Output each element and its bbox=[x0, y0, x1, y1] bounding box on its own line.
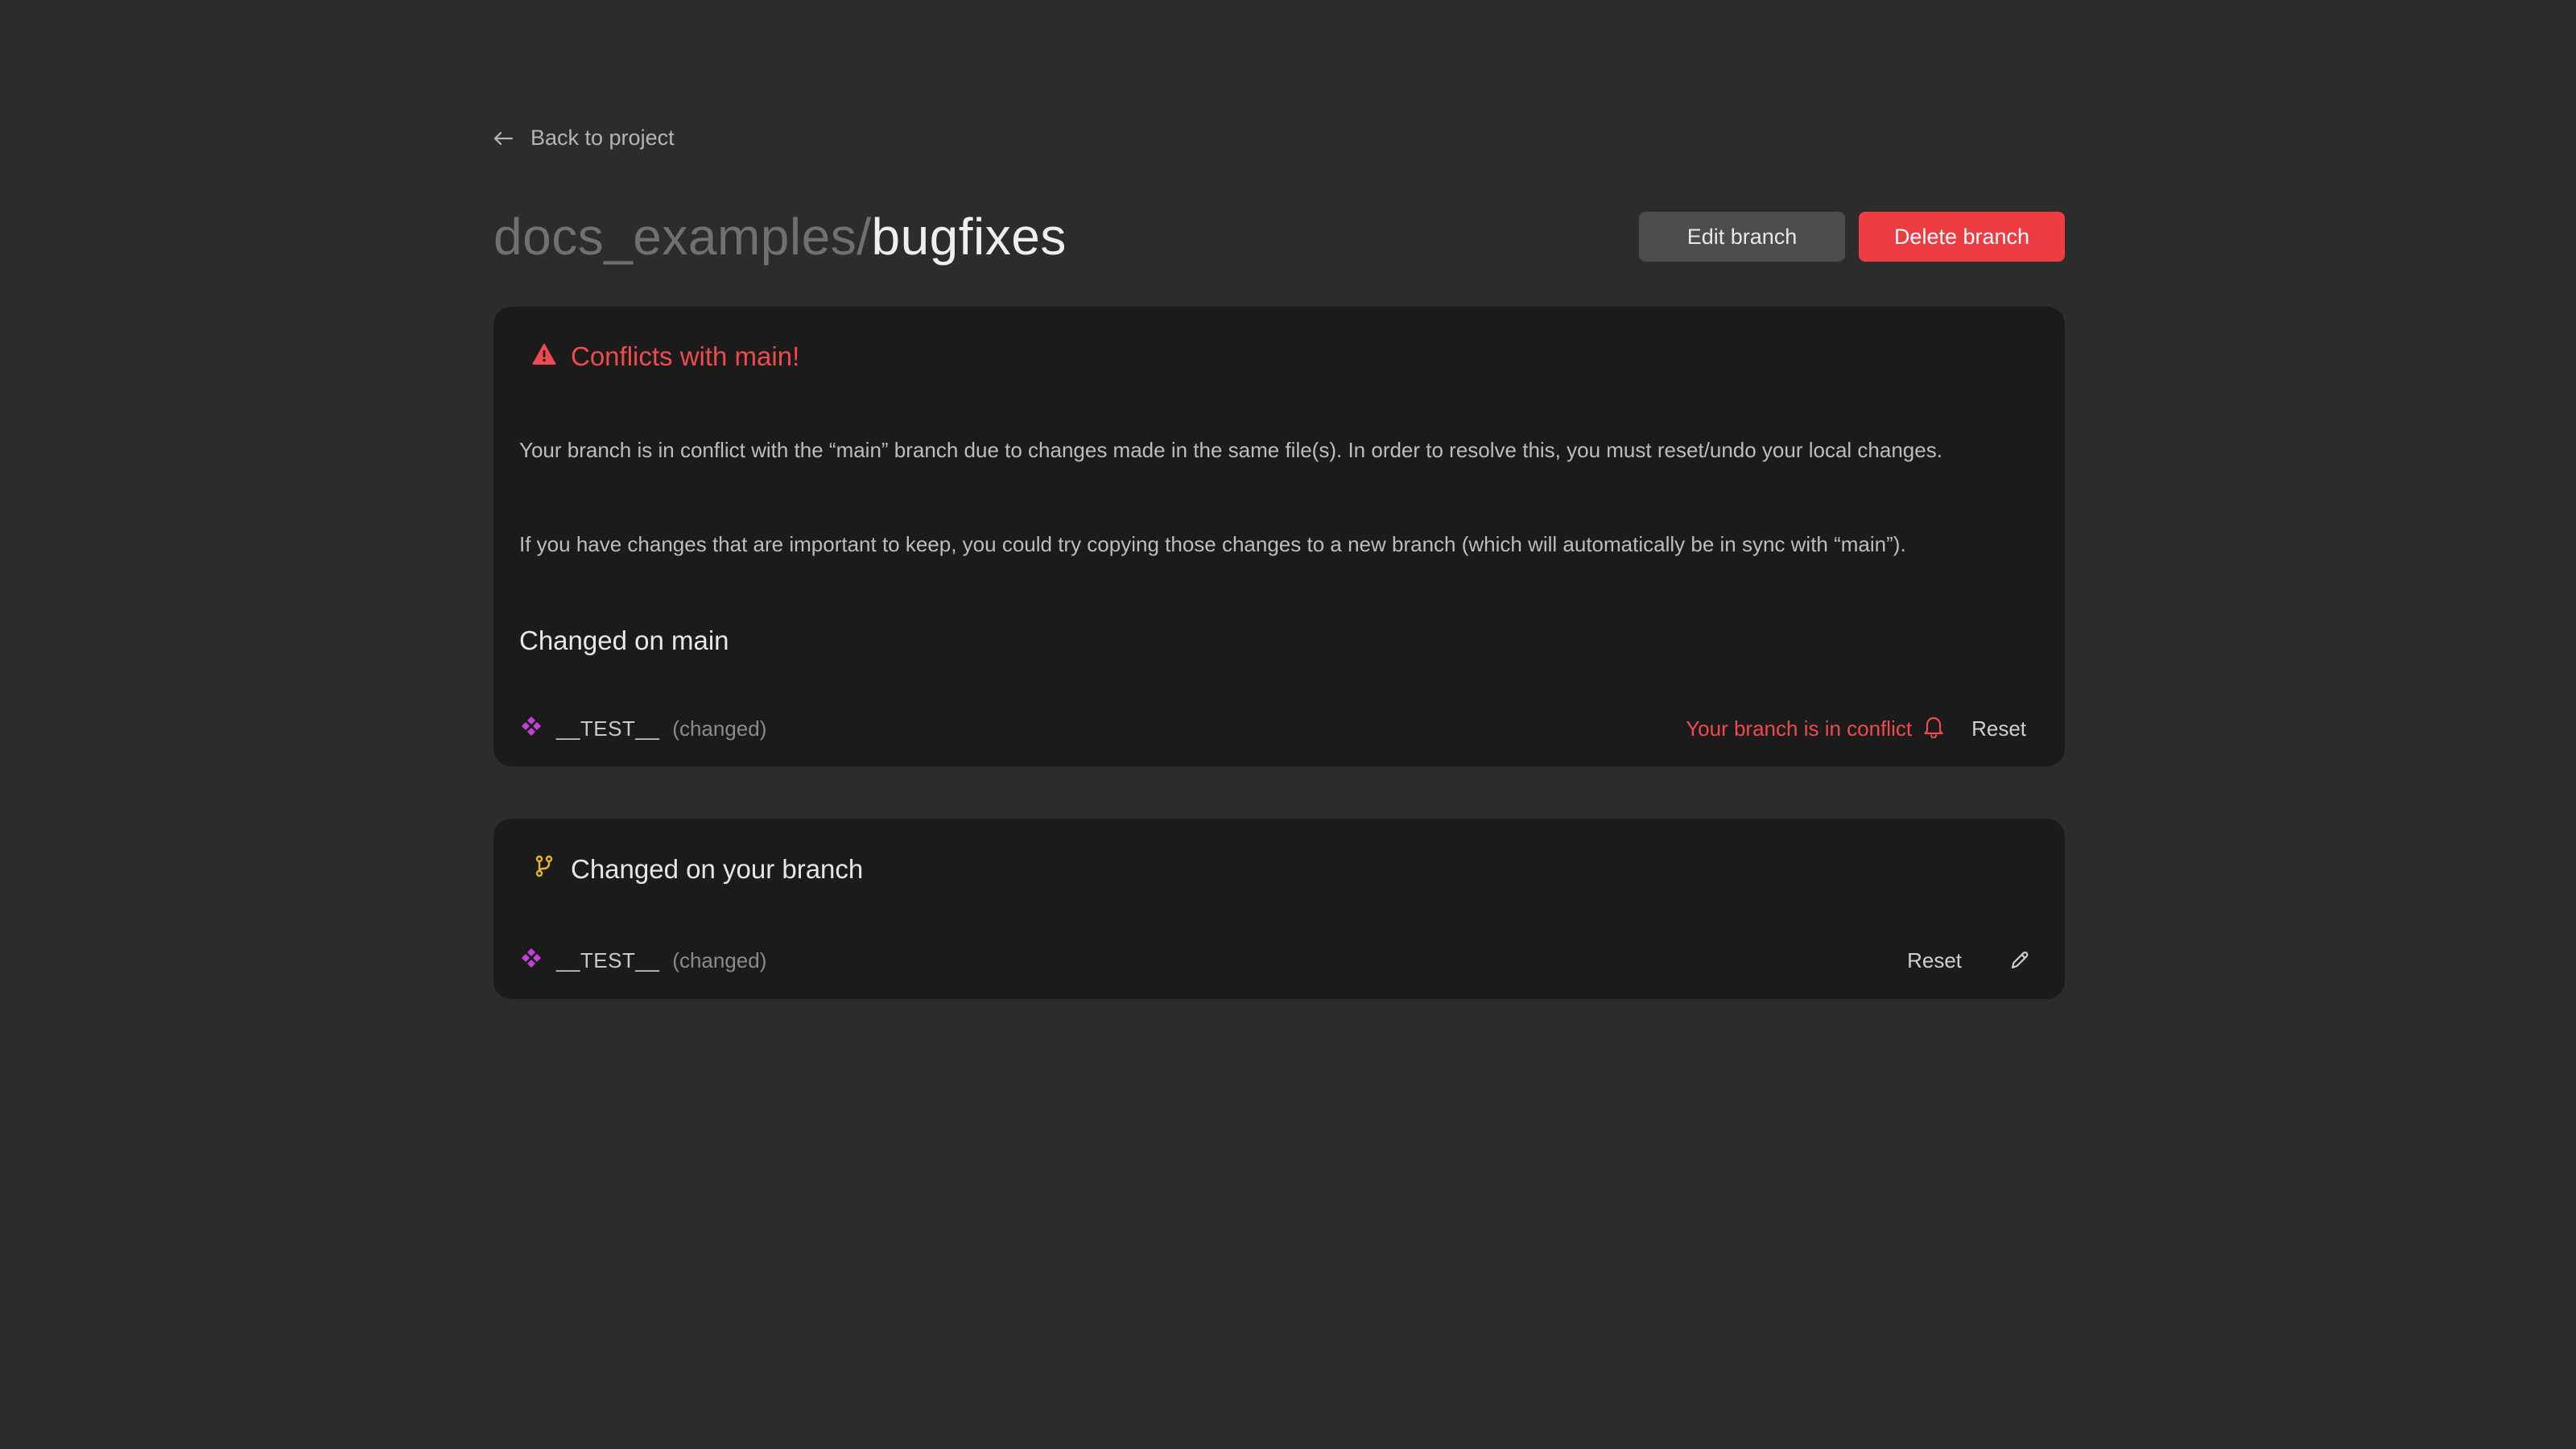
page-title: docs_examples/bugfixes bbox=[493, 207, 1067, 266]
branch-changes-title: Changed on your branch bbox=[571, 854, 864, 884]
item-info: __TEST__ (changed) bbox=[519, 947, 766, 975]
item-actions: Your branch is in conflict Reset bbox=[1686, 714, 2039, 744]
warning-triangle-icon bbox=[532, 341, 556, 372]
conflict-title: Conflicts with main! bbox=[571, 341, 800, 371]
pencil-icon[interactable] bbox=[2008, 949, 2031, 972]
arrow-left-icon bbox=[493, 131, 513, 146]
project-name: docs_examples/ bbox=[493, 208, 872, 266]
back-to-project-link[interactable]: Back to project bbox=[493, 126, 675, 151]
back-link-label: Back to project bbox=[530, 126, 675, 150]
branch-changes-header: Changed on your branch bbox=[532, 854, 863, 885]
reset-button[interactable]: Reset bbox=[1971, 716, 2026, 741]
git-branch-icon bbox=[532, 854, 556, 885]
item-actions: Reset bbox=[1907, 948, 2039, 973]
header-actions: Edit branch Delete branch bbox=[1639, 212, 2065, 262]
changed-on-main-title: Changed on main bbox=[519, 625, 729, 655]
branch-name: bugfixes bbox=[871, 208, 1067, 266]
conflict-label: Your branch is in conflict bbox=[1686, 716, 1913, 741]
title-row: docs_examples/bugfixes Edit branch Delet… bbox=[493, 206, 2065, 267]
conflict-header: Conflicts with main! bbox=[532, 341, 799, 372]
conflict-advice: If you have changes that are important t… bbox=[519, 532, 1906, 556]
edit-branch-button[interactable]: Edit branch bbox=[1639, 212, 1845, 262]
item-name: __TEST__ bbox=[556, 716, 660, 741]
item-status: (changed) bbox=[672, 716, 767, 741]
conflict-warning: Your branch is in conflict bbox=[1686, 714, 1944, 744]
bell-icon bbox=[1923, 714, 1944, 744]
component-diamond-icon bbox=[519, 947, 543, 975]
item-info: __TEST__ (changed) bbox=[519, 715, 766, 743]
list-item: __TEST__ (changed) Reset bbox=[519, 944, 2039, 976]
item-name: __TEST__ bbox=[556, 947, 660, 972]
component-diamond-icon bbox=[519, 715, 543, 743]
item-status: (changed) bbox=[672, 947, 767, 972]
delete-branch-button[interactable]: Delete branch bbox=[1859, 212, 2065, 262]
conflict-description: Your branch is in conflict with the “mai… bbox=[519, 438, 1942, 462]
list-item: __TEST__ (changed) Your branch is in con… bbox=[519, 712, 2039, 745]
reset-button[interactable]: Reset bbox=[1907, 948, 1962, 973]
